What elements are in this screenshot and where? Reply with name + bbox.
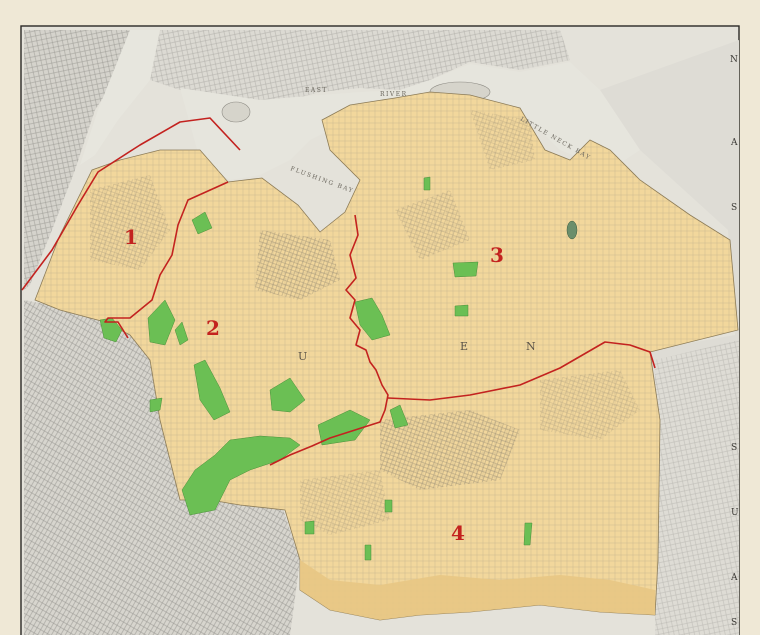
county-letter-3: N xyxy=(526,340,536,353)
map-viewport[interactable]: EAST RIVER FLUSHING BAY LITTLE NECK BAY … xyxy=(0,0,760,635)
county-letter-1: U xyxy=(298,350,307,363)
county-letter-2: E xyxy=(460,340,468,353)
margin-letter-4: S xyxy=(731,443,737,453)
margin-letter-1: N xyxy=(730,55,738,65)
margin-letter-6: A xyxy=(730,573,738,583)
margin-letter-5: U xyxy=(731,508,739,518)
water-label-river: RIVER xyxy=(380,91,408,98)
water-label-east: EAST xyxy=(305,87,328,94)
margin-letter-7: S xyxy=(731,618,737,628)
queens-map[interactable]: EAST RIVER FLUSHING BAY LITTLE NECK BAY … xyxy=(0,0,760,635)
margin-letter-2: A xyxy=(730,138,738,148)
margin-letter-3: S xyxy=(731,203,737,213)
